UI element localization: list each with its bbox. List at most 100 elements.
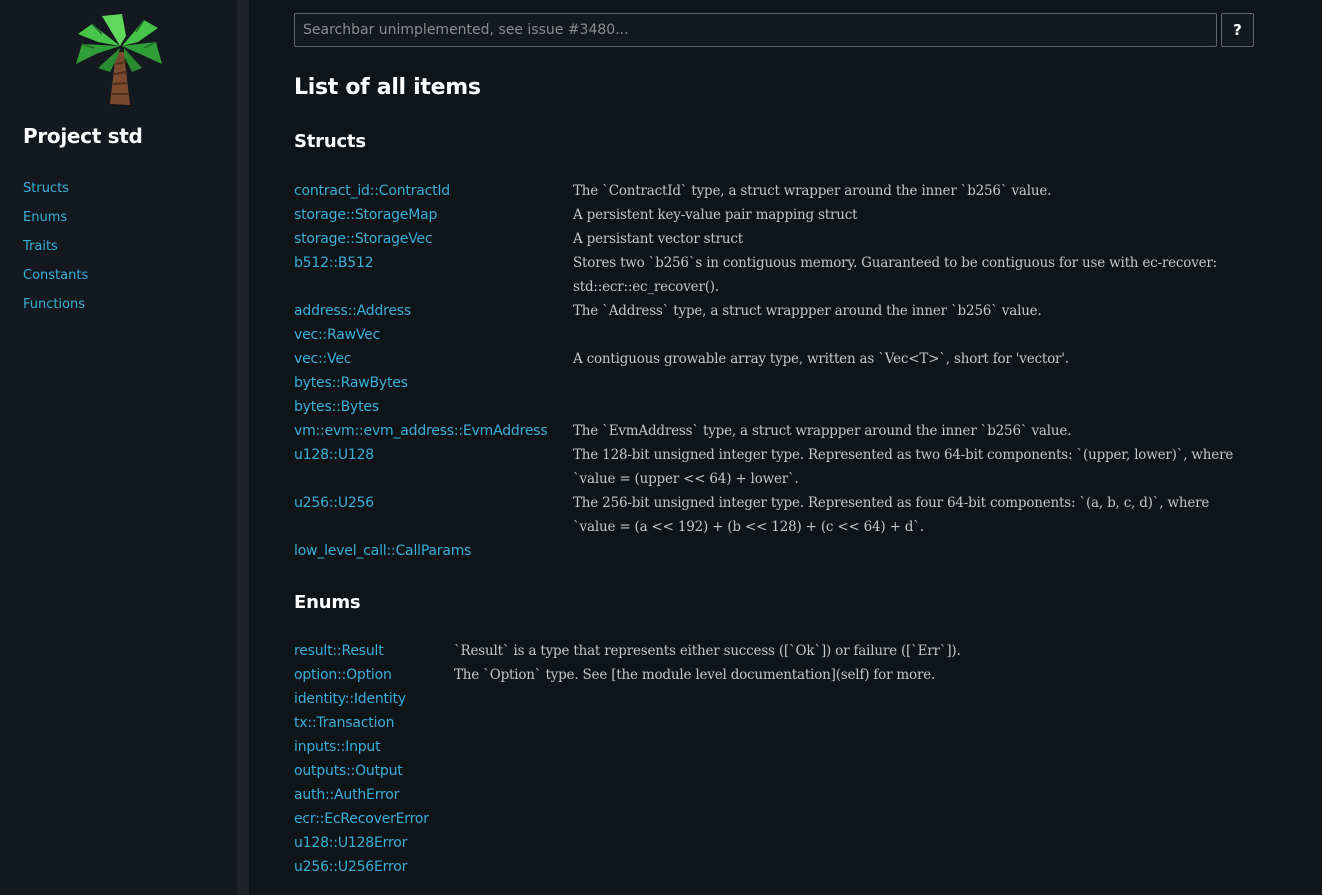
item-name-cell: bytes::Bytes (294, 395, 573, 419)
sidebar-item-functions: Functions (23, 294, 88, 323)
item-row: u128::U128 The 128-bit unsigned integer t… (294, 443, 1254, 491)
item-link[interactable]: contract_id::ContractId (294, 183, 450, 199)
item-link[interactable]: auth::AuthError (294, 787, 399, 803)
item-description: `Result` is a type that represents eithe… (454, 643, 961, 659)
project-title: Project std (23, 124, 143, 148)
item-name-cell: vec::RawVec (294, 323, 573, 347)
item-row: address::Address The `Address` type, a st… (294, 299, 1254, 323)
item-description: The `Address` type, a struct wrappper ar… (573, 303, 1042, 319)
structs-table-body: contract_id::ContractId The `ContractId` … (294, 179, 1254, 563)
item-description (573, 395, 1254, 419)
item-name-cell: inputs::Input (294, 735, 454, 759)
item-name-cell: outputs::Output (294, 759, 454, 783)
item-description (454, 759, 1254, 783)
item-name-cell: identity::Identity (294, 687, 454, 711)
sidebar-link-traits[interactable]: Traits (23, 239, 58, 254)
item-row: bytes::RawBytes (294, 371, 1254, 395)
sidebar-link-functions[interactable]: Functions (23, 297, 85, 312)
item-row: storage::StorageVec A persistant vector s… (294, 227, 1254, 251)
item-name-cell: address::Address (294, 299, 573, 323)
item-description: The `Option` type. See [the module level… (454, 667, 936, 683)
item-name-cell: u128::U128Error (294, 831, 454, 855)
item-row: contract_id::ContractId The `ContractId` … (294, 179, 1254, 203)
item-link[interactable]: result::Result (294, 643, 384, 659)
item-row: identity::Identity (294, 687, 1254, 711)
item-link[interactable]: bytes::Bytes (294, 399, 379, 415)
item-row: bytes::Bytes (294, 395, 1254, 419)
sidebar-link-constants[interactable]: Constants (23, 268, 88, 283)
item-name-cell: tx::Transaction (294, 711, 454, 735)
sidebar-item-constants: Constants (23, 265, 88, 294)
item-link[interactable]: vec::Vec (294, 351, 351, 367)
section-title-enums: Enums (294, 592, 361, 613)
item-link[interactable]: outputs::Output (294, 763, 403, 779)
help-button[interactable]: ? (1221, 13, 1254, 47)
item-description (573, 539, 1254, 563)
enums-table: result::Result `Result` is a type that re… (294, 639, 1254, 879)
item-name-cell: storage::StorageVec (294, 227, 573, 251)
item-name-cell: low_level_call::CallParams (294, 539, 573, 563)
item-description: A contiguous growable array type, writte… (573, 351, 1069, 367)
item-link[interactable]: low_level_call::CallParams (294, 543, 471, 559)
item-name-cell: b512::B512 (294, 251, 573, 299)
item-name-cell: storage::StorageMap (294, 203, 573, 227)
item-link[interactable]: u128::U128Error (294, 835, 407, 851)
item-description (454, 711, 1254, 735)
item-name-cell: contract_id::ContractId (294, 179, 573, 203)
item-row: auth::AuthError (294, 783, 1254, 807)
item-link[interactable]: address::Address (294, 303, 411, 319)
item-row: ecr::EcRecoverError (294, 807, 1254, 831)
item-name-cell: option::Option (294, 663, 454, 687)
item-description (454, 855, 1254, 879)
item-link[interactable]: inputs::Input (294, 739, 381, 755)
item-row: u256::U256Error (294, 855, 1254, 879)
item-link[interactable]: vec::RawVec (294, 327, 380, 343)
item-link[interactable]: option::Option (294, 667, 392, 683)
item-description (573, 371, 1254, 395)
sidebar: Project std Structs Enums Traits Constan… (0, 0, 237, 895)
enums-table-body: result::Result `Result` is a type that re… (294, 639, 1254, 879)
item-description: A persistant vector struct (573, 231, 743, 247)
logo-link[interactable] (72, 12, 164, 108)
item-name-cell: u256::U256 (294, 491, 573, 539)
sidebar-nav: Structs Enums Traits Constants Functions (23, 178, 88, 323)
item-row: result::Result `Result` is a type that re… (294, 639, 1254, 663)
item-link[interactable]: u256::U256Error (294, 859, 407, 875)
item-link[interactable]: b512::B512 (294, 255, 374, 271)
main-content: ? List of all items Structs contract_id:… (249, 0, 1322, 895)
sidebar-item-traits: Traits (23, 236, 88, 265)
item-name-cell: u256::U256Error (294, 855, 454, 879)
item-link[interactable]: u256::U256 (294, 495, 374, 511)
item-link[interactable]: bytes::RawBytes (294, 375, 408, 391)
item-name-cell: u128::U128 (294, 443, 573, 491)
item-description (454, 735, 1254, 759)
item-link[interactable]: storage::StorageMap (294, 207, 437, 223)
item-description: The `EvmAddress` type, a struct wrappper… (573, 423, 1072, 439)
item-row: low_level_call::CallParams (294, 539, 1254, 563)
item-row: storage::StorageMap A persistent key-valu… (294, 203, 1254, 227)
item-name-cell: ecr::EcRecoverError (294, 807, 454, 831)
sidebar-item-enums: Enums (23, 207, 88, 236)
item-name-cell: vm::evm::evm_address::EvmAddress (294, 419, 573, 443)
item-link[interactable]: storage::StorageVec (294, 231, 433, 247)
sidebar-gutter (237, 0, 249, 895)
item-row: b512::B512 Stores two `b256`s in contiguo… (294, 251, 1254, 299)
section-title-structs: Structs (294, 131, 366, 152)
item-link[interactable]: tx::Transaction (294, 715, 395, 731)
item-link[interactable]: u128::U128 (294, 447, 374, 463)
item-description: The `ContractId` type, a struct wrapper … (573, 183, 1052, 199)
item-name-cell: auth::AuthError (294, 783, 454, 807)
item-row: vec::Vec A contiguous growable array type… (294, 347, 1254, 371)
item-link[interactable]: vm::evm::evm_address::EvmAddress (294, 423, 548, 439)
item-link[interactable]: ecr::EcRecoverError (294, 811, 429, 827)
sidebar-link-structs[interactable]: Structs (23, 181, 69, 196)
item-description (454, 783, 1254, 807)
search-input[interactable] (294, 13, 1217, 47)
item-row: vec::RawVec (294, 323, 1254, 347)
item-description (454, 807, 1254, 831)
item-description (454, 687, 1254, 711)
item-row: vm::evm::evm_address::EvmAddress The `Evm… (294, 419, 1254, 443)
sidebar-link-enums[interactable]: Enums (23, 210, 67, 225)
item-link[interactable]: identity::Identity (294, 691, 406, 707)
item-description: The 256-bit unsigned integer type. Repre… (573, 495, 1210, 535)
